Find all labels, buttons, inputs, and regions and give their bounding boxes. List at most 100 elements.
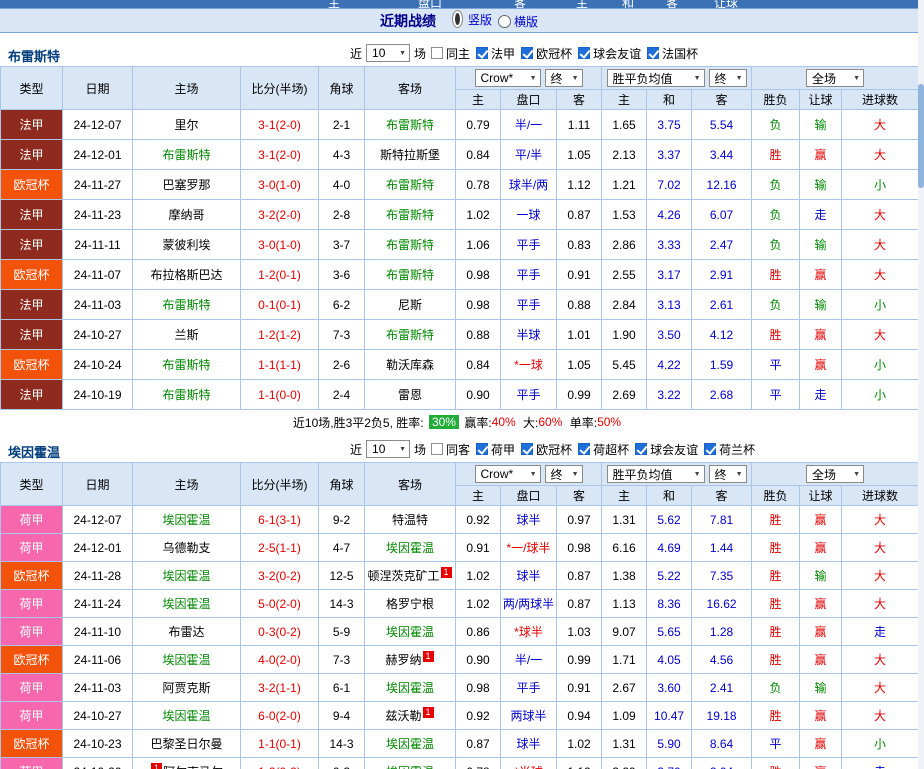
filter-0[interactable]: 同主 xyxy=(431,45,470,62)
away-team-cell[interactable]: 斯特拉斯堡 xyxy=(364,139,456,170)
away-team-cell[interactable]: 兹沃勒 1 xyxy=(364,701,456,730)
home-team-cell[interactable]: 巴黎圣日尔曼 xyxy=(132,729,241,758)
filter-3[interactable]: 球会友谊 xyxy=(578,45,641,62)
home-team-name[interactable]: 埃因霍温 xyxy=(162,597,210,611)
away-team-cell[interactable]: 布雷斯特 xyxy=(364,109,456,140)
filter-2[interactable]: 欧冠杯 xyxy=(521,45,572,62)
away-team-cell[interactable]: 埃因霍温 xyxy=(364,729,456,758)
filter-0-checkbox[interactable] xyxy=(431,443,444,455)
away-team-cell[interactable]: 埃因霍温 xyxy=(364,673,456,702)
home-team-cell[interactable]: 布雷斯特 xyxy=(132,289,241,320)
home-team-cell[interactable]: 布拉格斯巴达 xyxy=(132,259,241,290)
home-team-name[interactable]: 布雷斯特 xyxy=(162,388,210,402)
away-team-name[interactable]: 尼斯 xyxy=(398,298,422,312)
home-team-cell[interactable]: 布雷斯特 xyxy=(132,349,241,380)
scrollbar-thumb[interactable] xyxy=(918,84,924,188)
home-team-cell[interactable]: 埃因霍温 xyxy=(132,589,241,618)
layout-radio-selected[interactable]: 竖版 xyxy=(450,10,492,28)
home-team-cell[interactable]: 阿贾克斯 xyxy=(132,673,241,702)
home-team-name[interactable]: 布拉格斯巴达 xyxy=(150,268,222,282)
filter-5-checkbox[interactable] xyxy=(704,443,717,455)
away-team-name[interactable]: 勒沃库森 xyxy=(386,358,434,372)
euro-average-select[interactable]: 胜平负均值 ▼ xyxy=(606,69,705,87)
away-team-name[interactable]: 埃因霍温 xyxy=(386,681,434,695)
away-team-cell[interactable]: 特温特 xyxy=(364,505,456,534)
euro-time-select[interactable]: 终 ▼ xyxy=(708,465,747,483)
home-team-name[interactable]: 摩纳哥 xyxy=(168,208,204,222)
home-team-cell[interactable]: 兰斯 xyxy=(132,319,241,350)
away-team-name[interactable]: 埃因霍温 xyxy=(386,765,434,769)
home-team-name[interactable]: 布雷斯特 xyxy=(162,358,210,372)
away-team-cell[interactable]: 赫罗纳 1 xyxy=(364,645,456,674)
home-team-name[interactable]: 蒙彼利埃 xyxy=(162,238,210,252)
away-team-name[interactable]: 布雷斯特 xyxy=(386,268,434,282)
away-team-cell[interactable]: 布雷斯特 xyxy=(364,169,456,200)
away-team-cell[interactable]: 顿涅茨克矿工 1 xyxy=(364,561,456,590)
home-team-cell[interactable]: 乌德勒支 xyxy=(132,533,241,562)
away-team-cell[interactable]: 勒沃库森 xyxy=(364,349,456,380)
scrollbar-track[interactable] xyxy=(918,0,924,769)
home-team-name[interactable]: 埃因霍温 xyxy=(162,709,210,723)
home-team-cell[interactable]: 摩纳哥 xyxy=(132,199,241,230)
home-team-name[interactable]: 巴黎圣日尔曼 xyxy=(150,737,222,751)
home-team-name[interactable]: 布雷斯特 xyxy=(162,148,210,162)
filter-4-checkbox[interactable] xyxy=(635,443,648,455)
home-team-name[interactable]: 布雷达 xyxy=(168,625,204,639)
away-team-name[interactable]: 埃因霍温 xyxy=(386,541,434,555)
recent-count-select[interactable]: 10 ▼ xyxy=(366,44,411,62)
home-team-cell[interactable]: 布雷斯特 xyxy=(132,139,241,170)
away-team-name[interactable]: 布雷斯特 xyxy=(386,238,434,252)
filter-1-checkbox[interactable] xyxy=(476,47,489,59)
home-team-name[interactable]: 阿尔克马尔 xyxy=(163,765,223,769)
filter-1-checkbox[interactable] xyxy=(476,443,489,455)
home-team-cell[interactable]: 埃因霍温 xyxy=(132,701,241,730)
home-team-name[interactable]: 兰斯 xyxy=(174,328,198,342)
odds-time-select[interactable]: 终 ▼ xyxy=(544,69,583,87)
away-team-name[interactable]: 雷恩 xyxy=(398,388,422,402)
away-team-name[interactable]: 埃因霍温 xyxy=(386,737,434,751)
home-team-name[interactable]: 埃因霍温 xyxy=(162,513,210,527)
home-team-cell[interactable]: 埃因霍温 xyxy=(132,561,241,590)
filter-4[interactable]: 球会友谊 xyxy=(635,441,698,458)
away-team-name[interactable]: 顿涅茨克矿工 xyxy=(367,569,439,583)
home-team-name[interactable]: 巴塞罗那 xyxy=(162,178,210,192)
filter-0-checkbox[interactable] xyxy=(431,47,444,59)
recent-count-select[interactable]: 10 ▼ xyxy=(366,440,411,458)
away-team-name[interactable]: 兹沃勒 xyxy=(385,709,421,723)
away-team-cell[interactable]: 布雷斯特 xyxy=(364,319,456,350)
filter-2-checkbox[interactable] xyxy=(521,47,534,59)
bookmaker-select[interactable]: Crow* ▼ xyxy=(474,69,541,87)
home-team-name[interactable]: 埃因霍温 xyxy=(162,653,210,667)
away-team-cell[interactable]: 格罗宁根 xyxy=(364,589,456,618)
away-team-cell[interactable]: 雷恩 xyxy=(364,379,456,410)
away-team-name[interactable]: 布雷斯特 xyxy=(386,208,434,222)
home-team-cell[interactable]: 巴塞罗那 xyxy=(132,169,241,200)
away-team-name[interactable]: 特温特 xyxy=(392,513,428,527)
filter-0[interactable]: 同客 xyxy=(431,441,470,458)
away-team-cell[interactable]: 布雷斯特 xyxy=(364,199,456,230)
home-team-name[interactable]: 乌德勒支 xyxy=(162,541,210,555)
away-team-name[interactable]: 布雷斯特 xyxy=(386,328,434,342)
filter-5[interactable]: 荷兰杯 xyxy=(704,441,755,458)
home-team-name[interactable]: 布雷斯特 xyxy=(162,298,210,312)
filter-1[interactable]: 荷甲 xyxy=(476,441,515,458)
away-team-name[interactable]: 布雷斯特 xyxy=(386,118,434,132)
home-team-name[interactable]: 阿贾克斯 xyxy=(162,681,210,695)
filter-1[interactable]: 法甲 xyxy=(476,45,515,62)
away-team-name[interactable]: 埃因霍温 xyxy=(386,625,434,639)
home-team-cell[interactable]: 布雷斯特 xyxy=(132,379,241,410)
scope-select[interactable]: 全场 ▼ xyxy=(806,465,865,483)
away-team-name[interactable]: 布雷斯特 xyxy=(386,178,434,192)
away-team-cell[interactable]: 埃因霍温 xyxy=(364,617,456,646)
away-team-name[interactable]: 斯特拉斯堡 xyxy=(380,148,440,162)
team-name[interactable]: 埃因霍温 xyxy=(8,442,60,461)
filter-4-checkbox[interactable] xyxy=(647,47,660,59)
euro-average-select[interactable]: 胜平负均值 ▼ xyxy=(606,465,705,483)
home-team-cell[interactable]: 1阿尔克马尔 xyxy=(132,757,241,769)
home-team-cell[interactable]: 布雷达 xyxy=(132,617,241,646)
away-team-cell[interactable]: 尼斯 xyxy=(364,289,456,320)
home-team-cell[interactable]: 埃因霍温 xyxy=(132,645,241,674)
euro-time-select[interactable]: 终 ▼ xyxy=(708,69,747,87)
away-team-cell[interactable]: 布雷斯特 xyxy=(364,259,456,290)
filter-2[interactable]: 欧冠杯 xyxy=(521,441,572,458)
